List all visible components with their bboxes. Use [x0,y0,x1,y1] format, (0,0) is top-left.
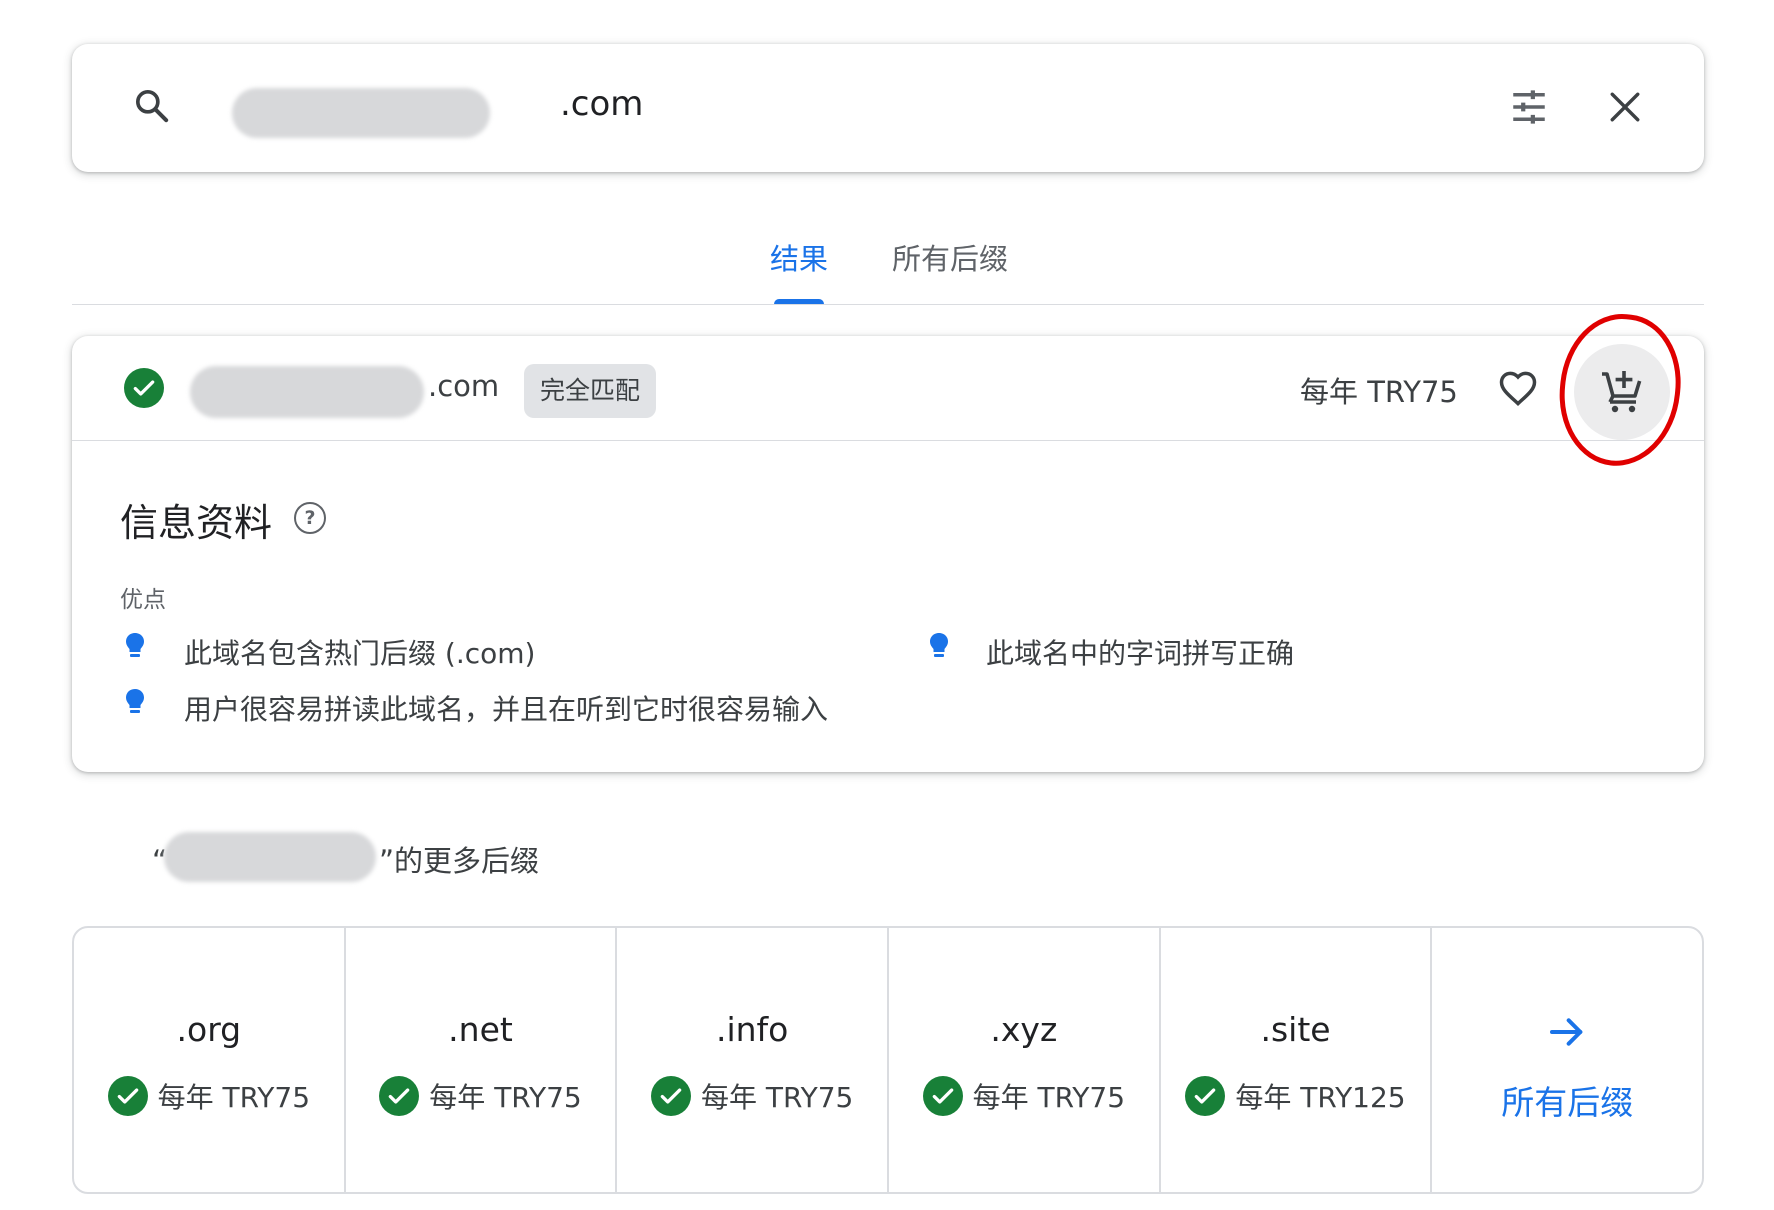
tab-indicator [774,299,824,304]
search-bar[interactable]: .com [72,44,1704,172]
tld-name: .info [715,1010,789,1049]
info-title: 信息资料 [120,501,273,545]
check-icon [124,368,164,408]
domain-result-header[interactable]: .com 完全匹配 每年 TRY75 [72,308,1704,472]
tld-card[interactable]: .net 每年 TRY75 [346,928,618,1192]
all-suffixes-card[interactable]: 所有后缀 [1432,928,1702,1192]
tld-price-row: 每年 TRY75 [346,1076,616,1116]
lightbulb-icon [126,633,144,657]
tab-all-suffixes[interactable]: 所有后缀 [892,236,1008,278]
pro-item: 此域名包含热门后缀 (.com) [184,637,536,670]
tld-name: .site [1260,1010,1331,1049]
close-icon[interactable] [1608,90,1642,124]
domain-result-card: .com 完全匹配 每年 TRY75 信息资料 ? 优点 此域名包含热门后缀 (… [72,308,1704,772]
more-suffixes-text: ”的更多后缀 [379,844,540,878]
tld-card[interactable]: .xyz 每年 TRY75 [889,928,1161,1192]
tld-price: 每年 TRY75 [157,1081,311,1114]
tld-card[interactable]: .org 每年 TRY75 [74,928,346,1192]
tld-name: .xyz [990,1010,1058,1049]
tab-results[interactable]: 结果 [770,236,828,278]
tld-name: .net [448,1010,513,1049]
pros-label: 优点 [120,587,166,613]
exact-match-badge: 完全匹配 [524,364,657,418]
tld-card[interactable]: .info 每年 TRY75 [617,928,890,1192]
tld-price: 每年 TRY75 [429,1081,582,1114]
check-icon [1185,1076,1226,1116]
result-tabs: 结果 所有后缀 [72,200,1704,305]
tld-price-row: 每年 TRY75 [74,1076,344,1116]
check-icon [922,1076,963,1116]
domain-suffix: .com [428,369,500,403]
tld-card[interactable]: .site 每年 TRY125 [1161,928,1433,1192]
check-icon [650,1076,691,1116]
tld-name: .org [176,1010,242,1049]
check-icon [379,1076,420,1116]
redacted-domain [190,366,424,418]
all-suffixes-link[interactable]: 所有后缀 [1432,1076,1702,1124]
tune-icon[interactable] [1508,86,1550,128]
search-query-suffix[interactable]: .com [560,84,643,124]
tld-price: 每年 TRY75 [700,1081,854,1114]
tld-grid: .org 每年 TRY75 .net 每年 TRY75 .info 每年 TRY… [72,926,1704,1194]
heart-icon[interactable] [1496,366,1540,410]
domain-price: 每年 TRY75 [1300,375,1458,409]
redacted-domain [164,832,376,882]
tld-price: 每年 TRY125 [1235,1081,1406,1114]
tld-price-row: 每年 TRY75 [617,1076,887,1116]
tld-price: 每年 TRY75 [972,1081,1126,1114]
redacted-domain [232,88,490,138]
lightbulb-icon [126,689,144,713]
arrow-right-icon [1550,1018,1583,1046]
tld-price-row: 每年 TRY75 [889,1076,1159,1116]
help-icon[interactable]: ? [294,502,326,534]
red-annotation-circle [1552,308,1688,472]
pro-item: 此域名中的字词拼写正确 [986,637,1295,670]
search-icon[interactable] [132,86,172,126]
tld-price-row: 每年 TRY125 [1161,1076,1431,1116]
lightbulb-icon [930,633,948,657]
pro-item: 用户很容易拼读此域名，并且在听到它时很容易输入 [184,693,829,726]
check-icon [107,1076,148,1116]
